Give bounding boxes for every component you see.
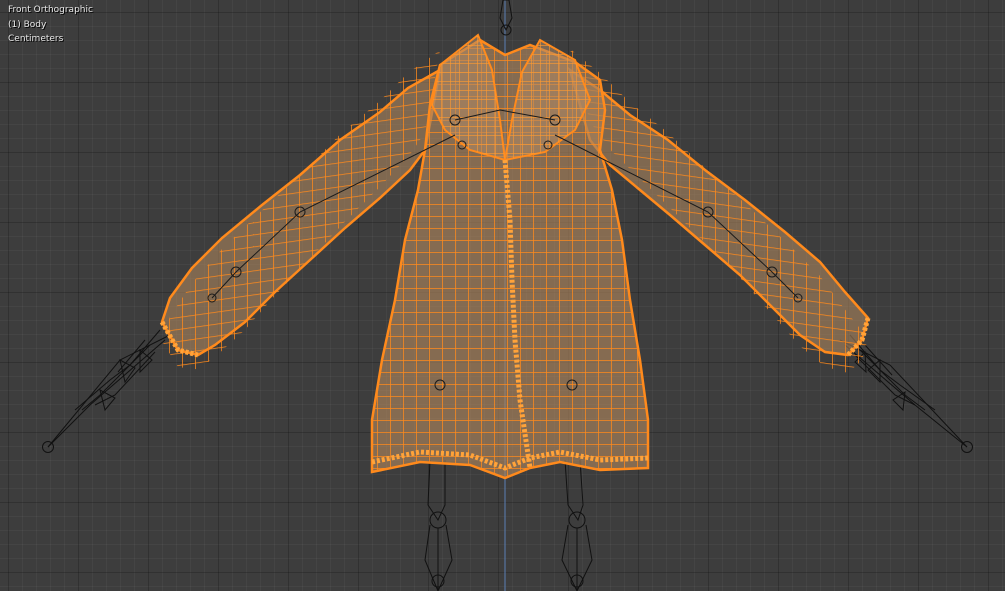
right-leg-bones[interactable] xyxy=(561,459,593,591)
3d-viewport[interactable]: Front Orthographic (1) Body Centimeters xyxy=(0,0,1005,591)
viewport-info-overlay: Front Orthographic (1) Body Centimeters xyxy=(8,3,93,47)
scene-canvas[interactable] xyxy=(0,0,1005,591)
active-object-label: (1) Body xyxy=(8,19,47,30)
left-leg-bones[interactable] xyxy=(424,459,453,591)
view-name-label: Front Orthographic xyxy=(8,5,93,15)
coat-mesh[interactable] xyxy=(159,33,871,480)
left-hand-bones[interactable] xyxy=(42,329,171,453)
unit-system-label: Centimeters xyxy=(8,34,64,44)
